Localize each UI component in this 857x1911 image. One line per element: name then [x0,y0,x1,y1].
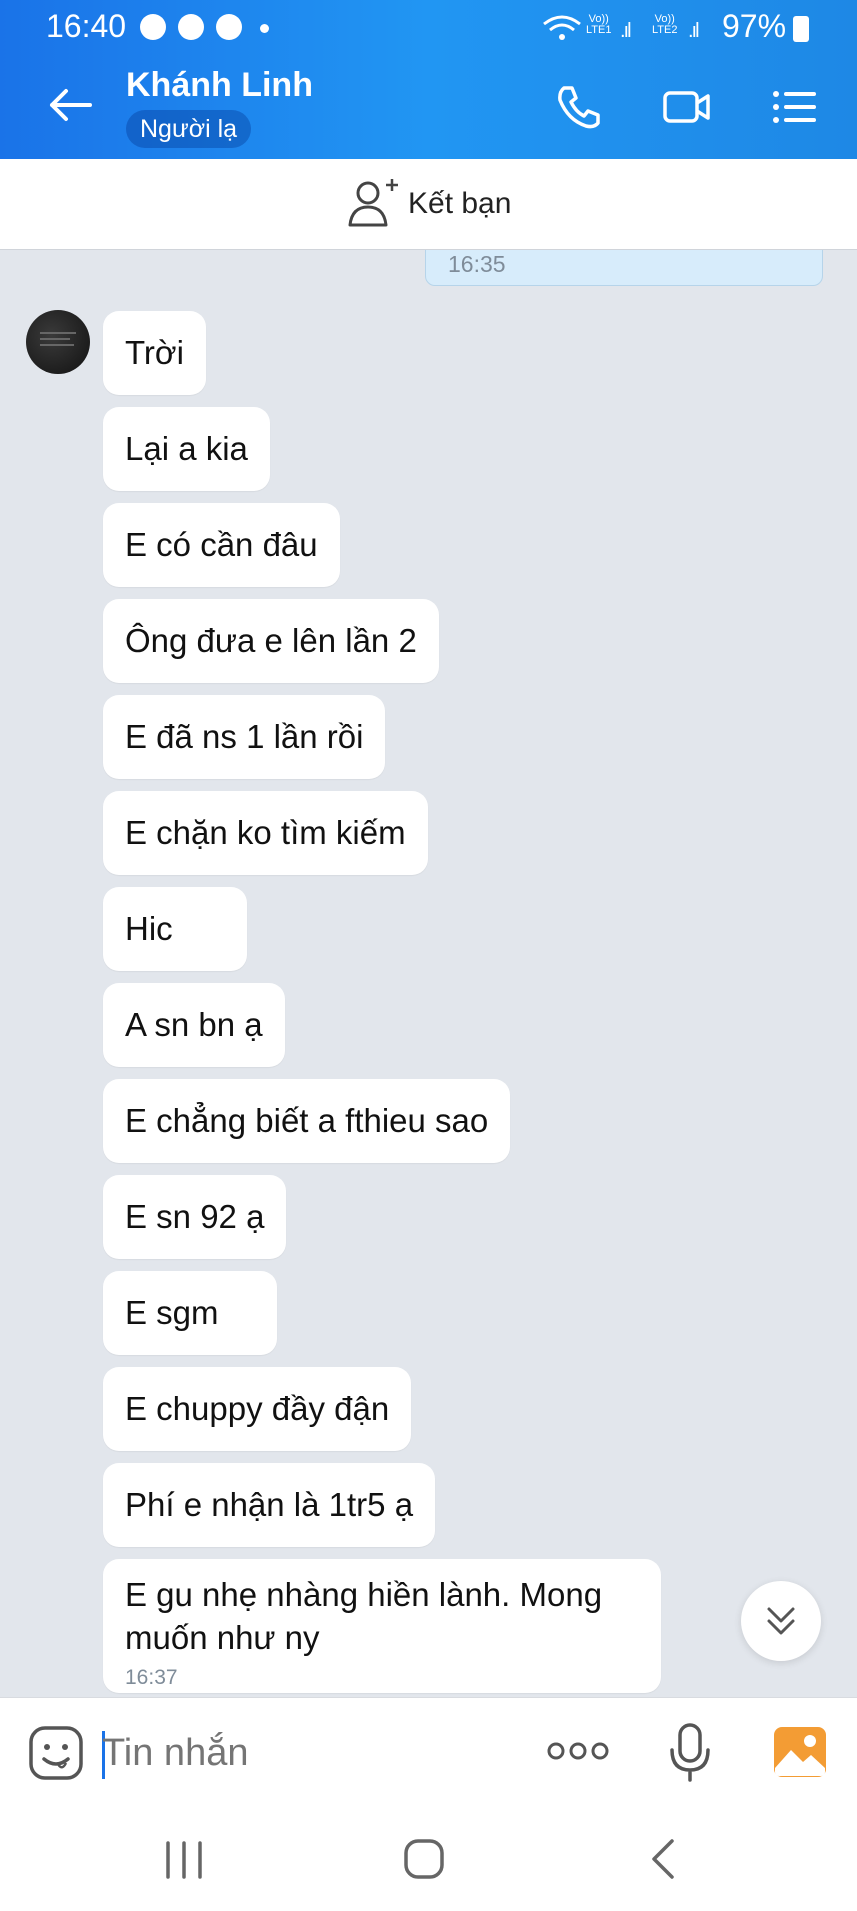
chat-area[interactable]: 16:35 Trời Lại a kia E có cần đâu Ông đư… [0,250,857,1697]
home-icon[interactable] [394,1837,454,1883]
status-bar: 16:40 Vo)) LTE1 .ıl Vo)) LTE2 .ıl 97% [0,0,857,56]
contact-name[interactable]: Khánh Linh [126,66,313,105]
double-chevron-down-icon [767,1607,795,1635]
signal-bars-icon: .ıl [620,20,631,42]
add-friend-bar[interactable]: Kết bạn [0,159,857,250]
message-bubble[interactable]: Ông đưa e lên lần 2 [103,599,439,683]
wifi-icon [543,15,581,40]
message-bubble[interactable]: E sgm [103,1271,277,1355]
notification-dot-icon [260,24,269,33]
message-input[interactable] [100,1724,504,1782]
messenger-icon [216,14,242,40]
message-bubble[interactable]: E đã ns 1 lần rồi [103,695,386,779]
previous-message-bubble: 16:35 [425,250,823,286]
message-bubble[interactable]: E chuppy đầy đận [103,1367,412,1451]
sim1-network: Vo)) LTE1 [586,13,612,36]
scroll-to-bottom-button[interactable] [741,1581,821,1661]
message-time: 16:35 [448,251,506,277]
avatar[interactable] [26,310,90,374]
system-nav-bar [0,1807,857,1911]
menu-icon[interactable] [770,82,820,132]
message-bubble[interactable]: Phí e nhận là 1tr5 ạ [103,1463,436,1547]
message-bubble[interactable]: Trời [103,311,206,395]
emoji-icon[interactable] [28,1725,84,1781]
back-icon[interactable] [634,1837,694,1883]
battery-level: 97% [722,8,787,44]
message-composer [0,1697,857,1808]
stranger-badge: Người lạ [126,110,252,148]
message-bubble[interactable]: E sn 92 ạ [103,1175,287,1259]
add-friend-icon [348,179,398,227]
microphone-icon[interactable] [668,1722,712,1782]
message-bubble[interactable]: E chặn ko tìm kiếm [103,791,428,875]
back-arrow-icon[interactable] [46,80,96,130]
image-icon[interactable] [773,1726,827,1778]
message-bubble[interactable]: Hic [103,887,247,971]
message-text: E gu nhẹ nhàng hiền lành. Mong muốn như … [125,1576,603,1656]
messenger-icon [140,14,166,40]
battery-icon [793,16,809,42]
message-time: 16:37 [125,1666,178,1689]
message-bubble[interactable]: E có cần đâu [103,503,340,587]
signal-bars-icon: .ıl [688,20,699,42]
message-bubble[interactable]: E chẳng biết a fthieu sao [103,1079,511,1163]
video-call-icon[interactable] [662,82,712,132]
recents-icon[interactable] [154,1837,214,1883]
top-bar: 16:40 Vo)) LTE1 .ıl Vo)) LTE2 .ıl 97% Khán… [0,0,857,159]
message-bubble[interactable]: Lại a kia [103,407,270,491]
message-bubble[interactable]: A sn bn ạ [103,983,285,1067]
more-icon[interactable] [546,1736,610,1766]
messenger-icon [178,14,204,40]
add-friend-label[interactable]: Kết bạn [408,187,511,221]
status-time: 16:40 [46,8,127,44]
sim2-network: Vo)) LTE2 [652,13,678,36]
message-bubble[interactable]: E gu nhẹ nhàng hiền lành. Mong muốn như … [103,1559,661,1693]
phone-icon[interactable] [554,82,604,132]
